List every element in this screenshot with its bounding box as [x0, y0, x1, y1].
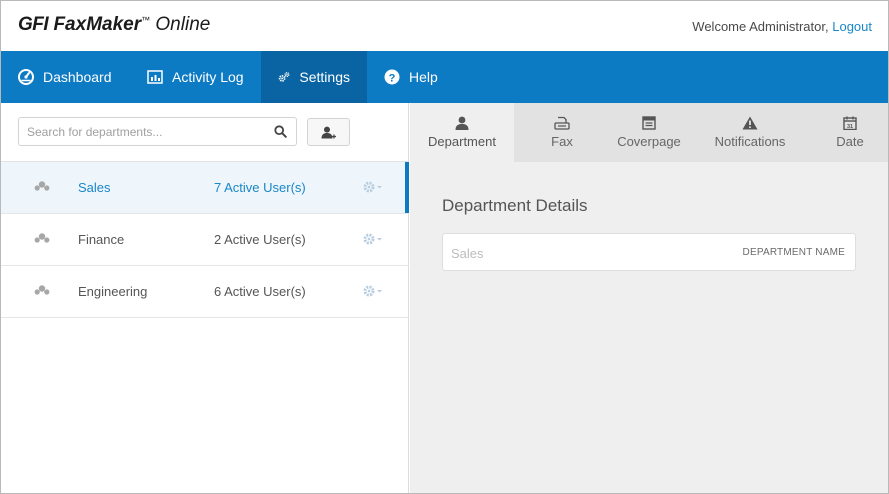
department-name-field[interactable]: Sales DEPARTMENT NAME	[442, 233, 856, 271]
logo-gfi: GFI	[18, 14, 49, 35]
dashboard-icon	[18, 69, 34, 85]
nav-activity-log[interactable]: Activity Log	[130, 51, 261, 103]
welcome-area: Welcome Administrator, Logout	[692, 19, 872, 34]
logo-online: Online	[155, 14, 211, 35]
nav-dashboard[interactable]: Dashboard	[1, 51, 130, 103]
section-title: Department Details	[442, 196, 588, 215]
add-department-button[interactable]	[307, 118, 350, 146]
active-users-count: 7 Active User(s)	[214, 180, 306, 195]
nav-dashboard-label: Dashboard	[43, 69, 112, 85]
tab-date[interactable]: 31 Date	[812, 103, 888, 162]
search-icon[interactable]	[274, 125, 287, 138]
warning-icon	[742, 116, 758, 130]
department-list: Sales 7 Active User(s) Finance 2 Active …	[1, 162, 409, 318]
chart-icon	[147, 70, 163, 84]
tab-date-label: Date	[836, 134, 864, 149]
gears-icon	[278, 72, 290, 82]
gear-dropdown-icon[interactable]	[363, 233, 385, 245]
search-input[interactable]	[19, 118, 259, 145]
department-name-value: Sales	[451, 246, 484, 261]
logo-faxmaker: FaxMaker	[53, 14, 142, 35]
gear-dropdown-icon[interactable]	[363, 285, 385, 297]
tab-notifications[interactable]: Notifications	[688, 103, 812, 162]
active-users-count: 2 Active User(s)	[214, 232, 306, 247]
cloud-icon	[34, 285, 50, 295]
welcome-text: Welcome Administrator,	[692, 19, 829, 34]
tab-department[interactable]: Department	[410, 103, 514, 162]
search-box	[18, 117, 297, 146]
logout-link[interactable]: Logout	[832, 19, 872, 34]
add-user-icon	[321, 126, 336, 138]
tab-fax[interactable]: Fax	[514, 103, 610, 162]
active-users-count: 6 Active User(s)	[214, 284, 306, 299]
svg-text:?: ?	[389, 72, 396, 84]
header: GFI FaxMaker™ Online Welcome Administrat…	[1, 1, 888, 51]
departments-panel: Sales 7 Active User(s) Finance 2 Active …	[1, 103, 409, 493]
detail-tabs: Department Fax Coverpage Notifications 3…	[410, 103, 888, 162]
user-icon	[455, 116, 469, 130]
nav-settings-label: Settings	[299, 69, 350, 85]
department-row[interactable]: Engineering 6 Active User(s)	[1, 266, 409, 318]
nav-help-label: Help	[409, 69, 438, 85]
calendar-icon: 31	[843, 116, 857, 130]
department-name: Finance	[78, 232, 125, 247]
department-row[interactable]: Finance 2 Active User(s)	[1, 214, 409, 266]
nav-help[interactable]: ? Help	[367, 51, 457, 103]
help-icon: ?	[384, 69, 400, 85]
department-row[interactable]: Sales 7 Active User(s)	[1, 162, 409, 214]
cloud-icon	[34, 233, 50, 243]
app-logo: GFI FaxMaker™ Online	[18, 14, 210, 36]
svg-text:31: 31	[847, 124, 853, 130]
fax-icon	[554, 116, 570, 130]
department-details-panel: Department Fax Coverpage Notifications 3…	[410, 103, 888, 493]
coverpage-icon	[642, 116, 656, 130]
tab-notifications-label: Notifications	[714, 134, 786, 149]
department-name: Sales	[78, 180, 111, 195]
main-nav: Dashboard Activity Log Settings ? Help	[1, 51, 888, 103]
nav-settings[interactable]: Settings	[261, 51, 367, 103]
cloud-icon	[34, 181, 50, 191]
tab-coverpage-label: Coverpage	[617, 134, 681, 149]
gear-dropdown-icon[interactable]	[363, 181, 385, 193]
tab-fax-label: Fax	[551, 134, 573, 149]
logo-trademark: ™	[141, 15, 151, 25]
tab-department-label: Department	[428, 134, 496, 149]
tab-coverpage[interactable]: Coverpage	[610, 103, 688, 162]
department-name: Engineering	[78, 284, 148, 299]
nav-activity-log-label: Activity Log	[172, 69, 244, 85]
department-name-label: DEPARTMENT NAME	[742, 247, 845, 258]
